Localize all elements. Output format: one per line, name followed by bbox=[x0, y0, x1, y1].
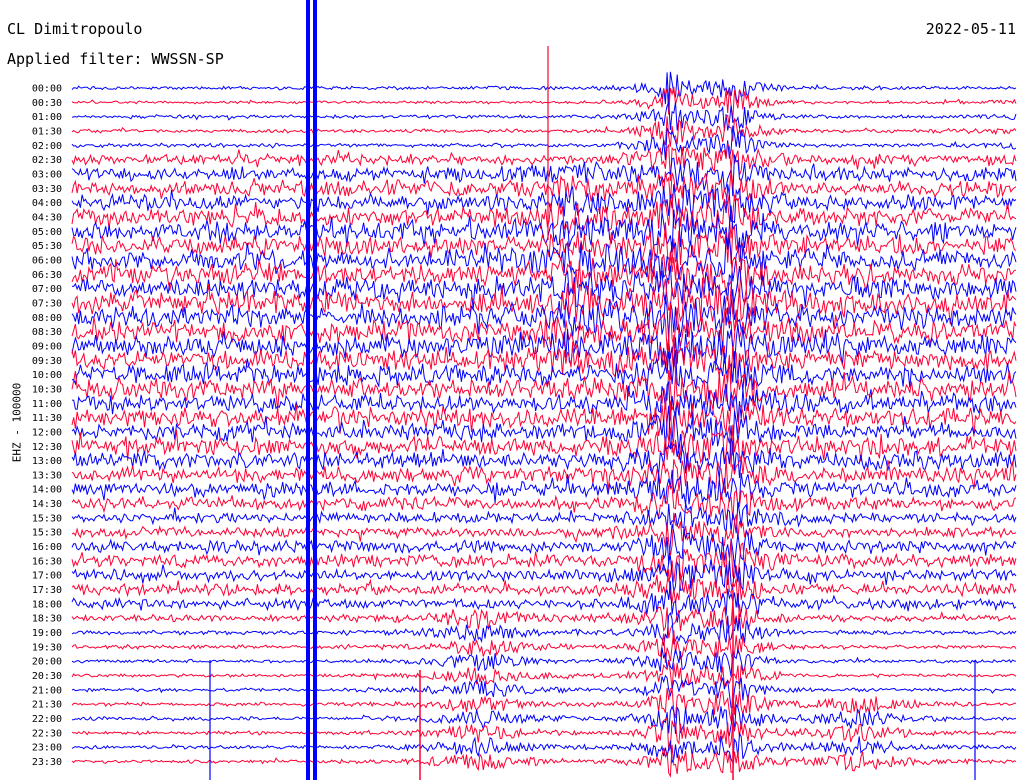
trace-line-0030 bbox=[71, 86, 1017, 120]
row-tick-label: 23:00 bbox=[32, 743, 62, 754]
row-tick-label: 19:30 bbox=[32, 642, 62, 653]
row-tick-label: 18:30 bbox=[32, 614, 62, 625]
trace-line-1500 bbox=[71, 502, 1017, 534]
row-tick-label: 01:00 bbox=[32, 112, 62, 123]
row-tick-label: 03:00 bbox=[32, 169, 62, 180]
row-tick-label: 11:30 bbox=[32, 413, 62, 424]
row-tick-label: 21:30 bbox=[32, 700, 62, 711]
trace-line-1930 bbox=[71, 630, 1017, 664]
row-tick-label: 04:30 bbox=[32, 212, 62, 223]
row-tick-label: 17:00 bbox=[32, 571, 62, 582]
row-tick-label: 02:30 bbox=[32, 155, 62, 166]
row-tick-label: 05:30 bbox=[32, 241, 62, 252]
trace-line-1200 bbox=[71, 405, 1017, 456]
row-tick-label: 07:30 bbox=[32, 298, 62, 309]
row-tick-label: 15:30 bbox=[32, 513, 62, 524]
row-tick-label: 00:00 bbox=[32, 84, 62, 95]
trace-line-2100 bbox=[71, 674, 1017, 709]
row-tick-label: 12:00 bbox=[32, 427, 62, 438]
row-tick-label: 20:00 bbox=[32, 657, 62, 668]
row-tick-label: 14:30 bbox=[32, 499, 62, 510]
row-tick-label: 21:00 bbox=[32, 685, 62, 696]
row-tick-label: 06:00 bbox=[32, 255, 62, 266]
row-tick-label: 10:30 bbox=[32, 384, 62, 395]
row-tick-label: 16:00 bbox=[32, 542, 62, 553]
row-tick-label: 19:00 bbox=[32, 628, 62, 639]
row-tick-label: 08:30 bbox=[32, 327, 62, 338]
row-tick-label: 05:00 bbox=[32, 227, 62, 238]
trace-line-0800 bbox=[71, 289, 1017, 342]
row-tick-label: 09:30 bbox=[32, 356, 62, 367]
row-tick-label: 08:00 bbox=[32, 313, 62, 324]
trace-line-1730 bbox=[71, 569, 1017, 608]
row-tick-label: 14:00 bbox=[32, 485, 62, 496]
tick-label-group: 00:00 00:30 01:00 01:30 02:00 02:30 03:00 03:30… bbox=[32, 84, 62, 769]
row-tick-label: 06:30 bbox=[32, 270, 62, 281]
row-tick-label: 15:30 bbox=[32, 528, 62, 539]
row-tick-label: 22:30 bbox=[32, 728, 62, 739]
row-tick-label: 23:30 bbox=[32, 757, 62, 768]
row-tick-label: 18:00 bbox=[32, 599, 62, 610]
trace-line-0000 bbox=[71, 71, 1017, 107]
trace-line-2000 bbox=[71, 647, 1017, 677]
row-tick-label: 09:00 bbox=[32, 341, 62, 352]
row-tick-label: 02:00 bbox=[32, 141, 62, 152]
row-tick-label: 07:00 bbox=[32, 284, 62, 295]
row-tick-label: 20:30 bbox=[32, 671, 62, 682]
row-tick-label: 04:00 bbox=[32, 198, 62, 209]
row-tick-label: 16:30 bbox=[32, 556, 62, 567]
row-tick-label: 17:30 bbox=[32, 585, 62, 596]
row-tick-label: 10:00 bbox=[32, 370, 62, 381]
row-tick-label: 11:00 bbox=[32, 399, 62, 410]
trace-group bbox=[71, 71, 1017, 778]
row-tick-label: 12:30 bbox=[32, 442, 62, 453]
row-tick-label: 01:30 bbox=[32, 126, 62, 137]
trace-line-0530 bbox=[71, 222, 1017, 271]
trace-line-0100 bbox=[71, 101, 1017, 131]
row-tick-label: 03:30 bbox=[32, 184, 62, 195]
helicorder-plot: 00:00 00:30 01:00 01:30 02:00 02:30 03:00 03:30… bbox=[32, 0, 1017, 780]
trace-line-1600 bbox=[71, 523, 1017, 567]
trace-line-0230 bbox=[71, 142, 1017, 182]
trace-line-0130 bbox=[71, 114, 1017, 147]
row-tick-label: 13:30 bbox=[32, 470, 62, 481]
row-tick-label: 22:00 bbox=[32, 714, 62, 725]
row-tick-label: 00:30 bbox=[32, 98, 62, 109]
row-tick-label: 13:00 bbox=[32, 456, 62, 467]
trace-line-2030 bbox=[71, 661, 1017, 690]
trace-line-0300 bbox=[71, 154, 1017, 197]
trace-line-1030 bbox=[71, 354, 1017, 410]
